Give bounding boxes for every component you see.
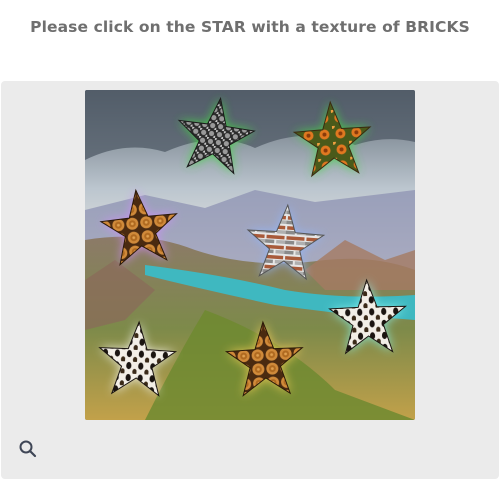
- search-icon: [19, 440, 37, 458]
- search-button[interactable]: [16, 437, 40, 461]
- challenge-image[interactable]: [85, 90, 415, 420]
- instruction-text: Please click on the STAR with a texture …: [30, 18, 470, 36]
